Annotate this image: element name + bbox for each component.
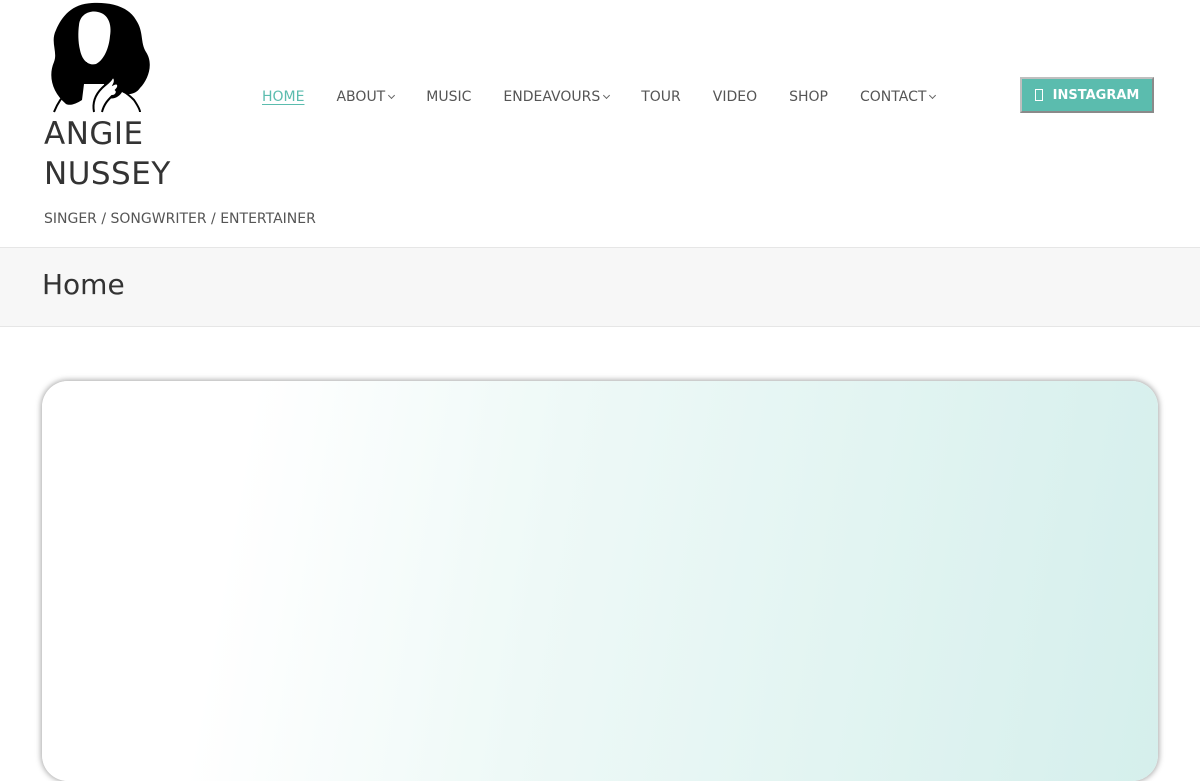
nav-item-music[interactable]: MUSIC <box>426 89 471 105</box>
site-title[interactable]: ANGIE NUSSEY <box>44 114 244 194</box>
page-title-bar: Home <box>0 248 1200 327</box>
nav-item-endeavours[interactable]: ENDEAVOURS <box>503 89 611 105</box>
woman-silhouette-logo-icon[interactable] <box>44 0 154 113</box>
instagram-icon <box>1034 89 1043 101</box>
site-title-line-1[interactable]: ANGIE <box>44 114 244 154</box>
page-title: Home <box>42 268 125 301</box>
nav-item-label: ENDEAVOURS <box>503 89 601 105</box>
nav-item-label: SHOP <box>789 89 829 105</box>
site-header: ANGIE NUSSEY SINGER / SONGWRITER / ENTER… <box>0 0 1200 248</box>
nav-item-label: TOUR <box>641 89 681 105</box>
chevron-down-icon <box>929 91 937 100</box>
hero-banner <box>42 381 1158 781</box>
nav-item-about[interactable]: ABOUT <box>336 89 396 105</box>
chevron-down-icon <box>388 91 396 100</box>
site-tagline: SINGER / SONGWRITER / ENTERTAINER <box>44 211 316 227</box>
nav-item-label: CONTACT <box>860 89 927 105</box>
nav-item-label: MUSIC <box>426 89 472 105</box>
nav-item-shop[interactable]: SHOP <box>789 89 828 105</box>
nav-item-label: HOME <box>262 89 305 105</box>
chevron-down-icon <box>603 91 611 100</box>
nav-item-tour[interactable]: TOUR <box>641 89 681 105</box>
nav-item-video[interactable]: VIDEO <box>713 89 757 105</box>
instagram-button[interactable]: INSTAGRAM <box>1020 77 1154 113</box>
site-title-line-2[interactable]: NUSSEY <box>44 154 244 194</box>
instagram-button-label: INSTAGRAM <box>1052 87 1140 103</box>
nav-item-contact[interactable]: CONTACT <box>860 89 937 105</box>
main-navigation: HOME ABOUT MUSIC ENDEAVOURS TOUR VIDEO S… <box>262 86 967 108</box>
nav-item-home[interactable]: HOME <box>262 89 304 105</box>
nav-item-label: VIDEO <box>712 89 758 105</box>
nav-item-label: ABOUT <box>336 89 386 105</box>
